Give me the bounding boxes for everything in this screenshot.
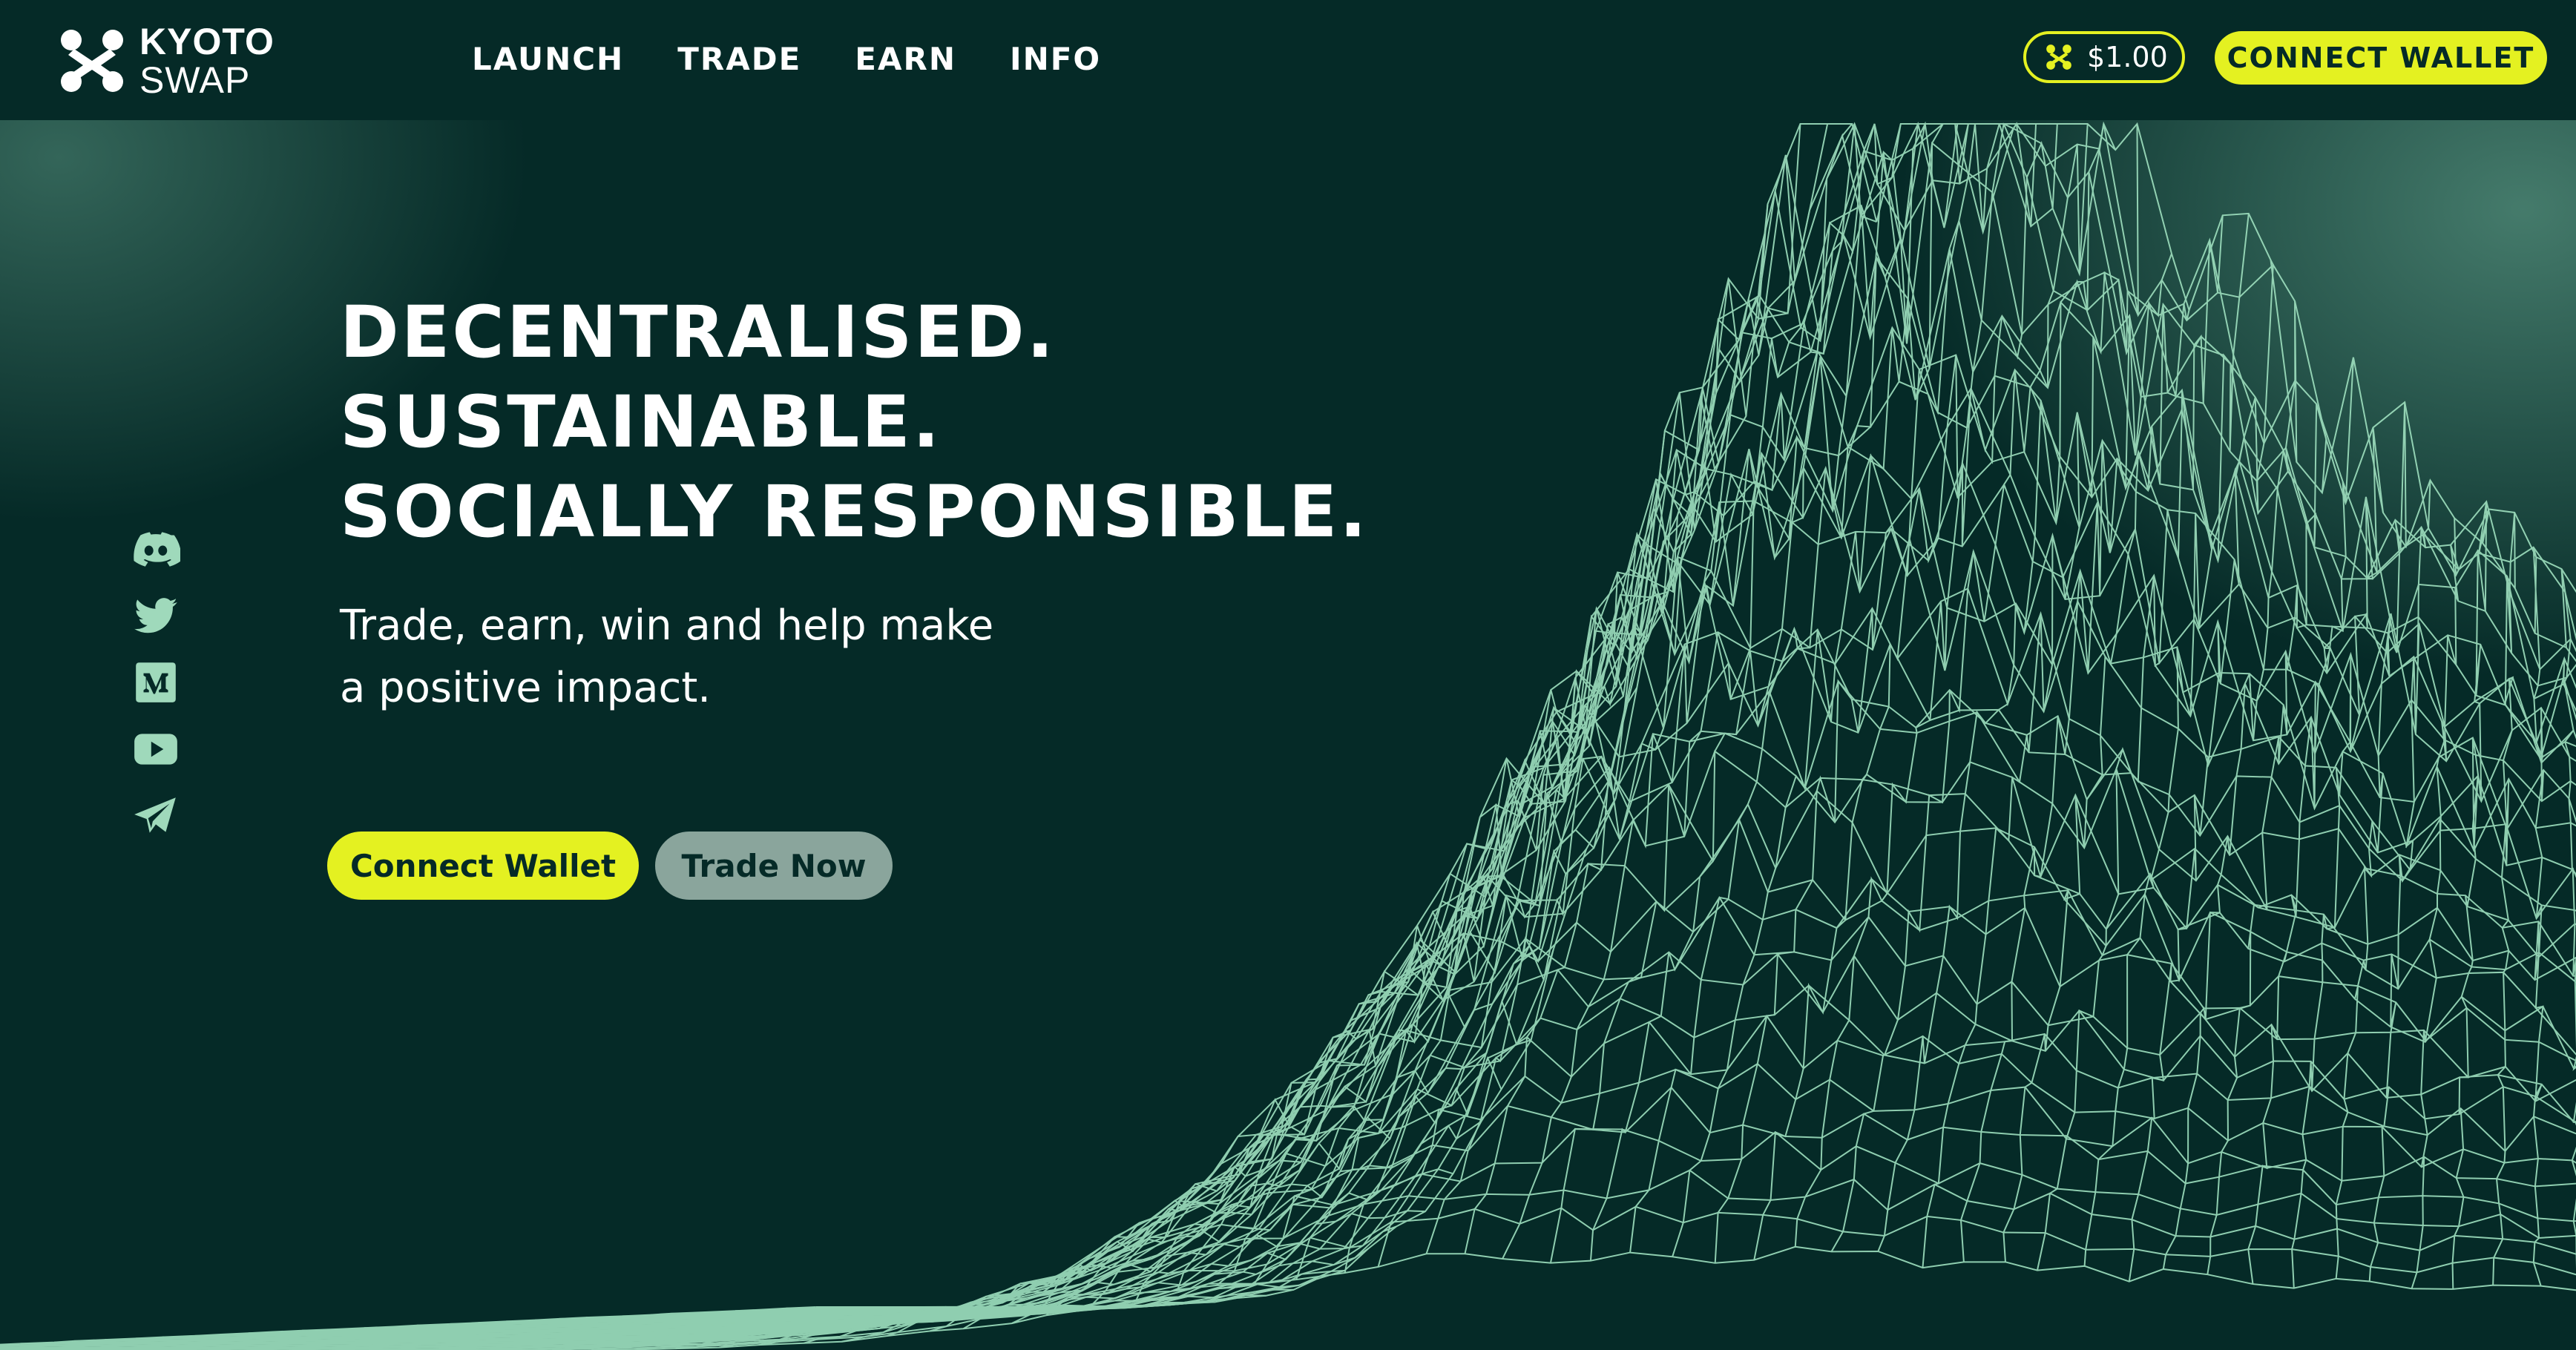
hero-section: DECENTRALISED. SUSTAINABLE. SOCIALLY RES… [0, 120, 2576, 1350]
discord-link[interactable] [128, 521, 184, 577]
twitter-icon [134, 598, 177, 633]
headline-line-1: DECENTRALISED. [340, 291, 1057, 374]
connect-wallet-button[interactable]: Connect Wallet [327, 832, 639, 900]
hero-subheading: Trade, earn, win and help make a positiv… [340, 595, 1082, 720]
top-navigation-bar: KYOTO SWAP LAUNCH TRADE EARN INFO $1.00 … [0, 0, 2576, 120]
headline-line-3: SOCIALLY RESPONSIBLE. [340, 470, 1369, 553]
nav-launch[interactable]: LAUNCH [472, 39, 624, 80]
telegram-link[interactable] [128, 788, 184, 844]
telegram-icon [134, 797, 176, 833]
medium-icon [136, 662, 176, 702]
logo-line-1: KYOTO [139, 21, 275, 62]
token-price-badge[interactable]: $1.00 [2023, 31, 2185, 83]
trade-now-button[interactable]: Trade Now [655, 832, 893, 900]
social-links [128, 521, 184, 855]
kyoto-token-icon [2046, 45, 2071, 70]
youtube-icon [134, 734, 177, 765]
headline-line-2: SUSTAINABLE. [340, 381, 942, 464]
kyoto-logo-mark-icon [61, 30, 123, 92]
kyoto-swap-logo[interactable]: KYOTO SWAP [58, 22, 274, 99]
logo-line-2: SWAP [139, 59, 251, 101]
main-nav: LAUNCH TRADE EARN INFO [472, 39, 1101, 80]
nav-info[interactable]: INFO [1010, 39, 1101, 80]
nav-trade[interactable]: TRADE [677, 39, 801, 80]
youtube-link[interactable] [128, 721, 184, 777]
discord-icon [134, 532, 180, 567]
twitter-link[interactable] [128, 587, 184, 644]
token-price-value: $1.00 [2087, 41, 2168, 73]
subhead-line-2: a positive impact. [340, 664, 712, 712]
connect-wallet-header-button[interactable]: CONNECT WALLET [2215, 31, 2547, 85]
logo-wordmark: KYOTO SWAP [139, 22, 288, 99]
hero-headline: DECENTRALISED. SUSTAINABLE. SOCIALLY RES… [340, 288, 1369, 557]
nav-earn[interactable]: EARN [855, 39, 956, 80]
medium-link[interactable] [128, 654, 184, 711]
subhead-line-1: Trade, earn, win and help make [340, 602, 994, 650]
